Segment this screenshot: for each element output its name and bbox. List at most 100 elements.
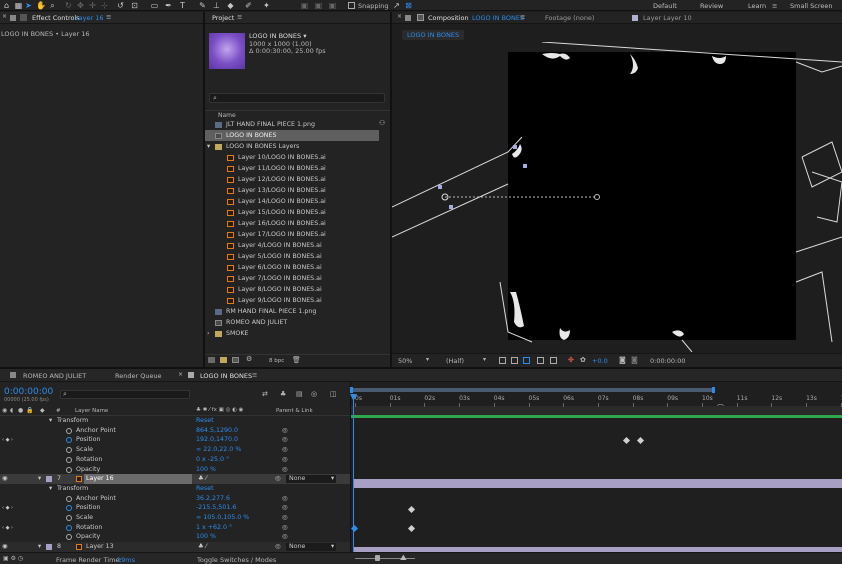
roto-tool-icon[interactable]: ✐: [244, 1, 253, 10]
comp-flowchart-icon[interactable]: ⇄: [262, 390, 268, 398]
project-item[interactable]: Layer 12/LOGO IN BONES.ai: [205, 174, 391, 185]
composition-tab-name[interactable]: LOGO IN BONES: [472, 14, 524, 22]
snap-options-icon[interactable]: ↗: [392, 1, 401, 10]
pen-tool-icon[interactable]: ✒: [164, 1, 173, 10]
property-row[interactable]: Anchor Point 36.2,277.6 ◎: [0, 494, 350, 504]
stopwatch-icon[interactable]: [66, 534, 72, 541]
chevron-down-icon[interactable]: ▾: [331, 474, 334, 484]
close-icon[interactable]: ×: [178, 371, 183, 378]
project-item[interactable]: Layer 6/LOGO IN BONES.ai: [205, 262, 391, 273]
project-item[interactable]: ▾ LOGO IN BONES Layers: [205, 141, 391, 152]
3d-view-icon[interactable]: [550, 357, 557, 364]
eraser-tool-icon[interactable]: ◆: [226, 1, 235, 10]
stopwatch-icon[interactable]: [66, 505, 72, 512]
work-area-start[interactable]: [350, 387, 353, 393]
project-item[interactable]: Layer 5/LOGO IN BONES.ai: [205, 251, 391, 262]
draft-3d-icon[interactable]: ♣: [280, 390, 286, 398]
grid-icon[interactable]: ▦: [14, 1, 23, 10]
puppet-tool-icon[interactable]: ✦: [262, 1, 271, 10]
column-layer-name[interactable]: Layer Name: [75, 408, 108, 414]
layer-row[interactable]: ◉ ▾ 8 Layer 13 ♣ ⁄ ◎ None ▾: [0, 542, 350, 553]
timeline-tab-romeo[interactable]: ROMEO AND JULIET: [23, 372, 86, 380]
property-value[interactable]: 1 x +62.0 °: [196, 523, 232, 533]
stopwatch-icon[interactable]: [66, 437, 72, 444]
stopwatch-icon[interactable]: [66, 427, 72, 434]
layer-switches[interactable]: ♣ ⁄: [198, 542, 207, 552]
property-value[interactable]: 192.0,1470.0: [196, 435, 238, 445]
pickwhip-icon[interactable]: ◎: [275, 474, 281, 484]
panel-menu-icon[interactable]: ≡: [106, 13, 111, 21]
project-item[interactable]: Layer 13/LOGO IN BONES.ai: [205, 185, 391, 196]
stopwatch-icon[interactable]: [66, 447, 72, 454]
label-color-swatch[interactable]: [46, 544, 52, 551]
keyframe-navigator[interactable]: ‹ ◆ ›: [2, 435, 13, 445]
toggle-switches-modes[interactable]: Toggle Switches / Modes: [197, 556, 276, 564]
zoom-slider-thumb[interactable]: [375, 555, 380, 561]
chevron-down-icon[interactable]: ▾: [38, 474, 41, 484]
layer-16-duration-bar[interactable]: [353, 479, 842, 488]
workspace-default[interactable]: Default: [653, 2, 677, 10]
shy-icon[interactable]: ▤: [296, 390, 303, 398]
audio-icon[interactable]: ◖: [10, 407, 13, 414]
project-item[interactable]: Layer 11/LOGO IN BONES.ai: [205, 163, 391, 174]
parent-select[interactable]: None: [286, 543, 336, 552]
exposure-value[interactable]: +0.0: [592, 357, 608, 365]
project-tab[interactable]: Project: [212, 14, 234, 22]
orbit-icon[interactable]: ⊹: [100, 1, 109, 10]
project-item[interactable]: Layer 15/LOGO IN BONES.ai: [205, 207, 391, 218]
reset-link[interactable]: Reset: [196, 416, 214, 426]
snapshot-icon[interactable]: ◙: [619, 356, 626, 364]
work-area-end[interactable]: [712, 387, 715, 393]
comp-viewer[interactable]: [392, 42, 842, 352]
footage-tab[interactable]: Footage (none): [545, 14, 594, 22]
composition-tab[interactable]: Composition: [428, 14, 469, 22]
workspace-menu-icon[interactable]: ≡: [772, 2, 777, 10]
chevron-down-icon[interactable]: ▾: [49, 416, 52, 426]
property-row[interactable]: ‹ ◆ › Rotation 1 x +62.0 ° ◎: [0, 523, 350, 533]
bpc-label[interactable]: 8 bpc: [269, 358, 284, 364]
reset-link[interactable]: Reset: [196, 484, 214, 494]
project-item[interactable]: › SMOKE: [205, 328, 391, 339]
rotation-tool-icon[interactable]: ↺: [116, 1, 125, 10]
pan-behind-icon[interactable]: ✛: [88, 1, 97, 10]
layer-name[interactable]: Layer 16: [84, 474, 192, 485]
render-time-icon[interactable]: ▣ ⚙ ◷: [3, 555, 23, 562]
property-value[interactable]: 0 x -25.0 °: [196, 455, 229, 465]
property-row[interactable]: Anchor Point 864.5,1290.0 ◎: [0, 426, 350, 436]
stopwatch-icon[interactable]: [66, 466, 72, 473]
expression-pickwhip-icon[interactable]: ◎: [282, 523, 288, 533]
transparency-grid-icon[interactable]: [511, 357, 518, 364]
lock-column-icon[interactable]: 🔒: [26, 407, 33, 414]
project-menu-icon[interactable]: ≡: [237, 13, 242, 21]
layer-row[interactable]: ◉ ▾ 7 Layer 16 ♣ ⁄ ◎ None ▾: [0, 474, 350, 485]
property-row[interactable]: Scale ∞ 105.0,105.0 % ◎: [0, 513, 350, 523]
label-color-swatch[interactable]: [46, 476, 52, 483]
project-item[interactable]: RM HAND FINAL PIECE 1.png: [205, 306, 391, 317]
layer-switches[interactable]: ♣ ⁄: [198, 474, 207, 484]
stopwatch-icon[interactable]: [66, 456, 72, 463]
hand-tool-icon[interactable]: ✋: [36, 1, 46, 10]
world-axis-icon[interactable]: ▣: [314, 1, 323, 10]
region-of-interest-icon[interactable]: [499, 357, 506, 364]
eye-icon[interactable]: ◉: [2, 407, 7, 414]
selection-tool-icon[interactable]: ➤: [24, 1, 33, 10]
clone-tool-icon[interactable]: ⊥: [212, 1, 221, 10]
parent-select[interactable]: None: [286, 475, 336, 484]
stopwatch-icon[interactable]: [66, 515, 72, 521]
playhead[interactable]: [353, 396, 354, 552]
resolution-select[interactable]: (Half): [446, 357, 464, 365]
expression-pickwhip-icon[interactable]: ◎: [282, 465, 288, 475]
property-row[interactable]: ‹ ◆ › Position 192.0,1470.0 ◎: [0, 435, 350, 445]
chevron-down-icon[interactable]: ▾: [483, 356, 486, 363]
comp-name[interactable]: LOGO IN BONES ▾: [249, 32, 306, 40]
expression-pickwhip-icon[interactable]: ◎: [282, 426, 288, 436]
new-folder-icon[interactable]: [220, 357, 227, 363]
graph-editor-icon[interactable]: ◫: [330, 390, 337, 398]
property-row[interactable]: Rotation 0 x -25.0 ° ◎: [0, 455, 350, 465]
property-row[interactable]: Opacity 100 % ◎: [0, 532, 350, 542]
layer-name[interactable]: Layer 13: [84, 542, 192, 552]
work-area-bar[interactable]: [350, 387, 715, 393]
timeline-tab-logo[interactable]: LOGO IN BONES: [200, 372, 252, 380]
property-value[interactable]: 100 %: [196, 532, 216, 542]
brush-tool-icon[interactable]: ✎: [198, 1, 207, 10]
